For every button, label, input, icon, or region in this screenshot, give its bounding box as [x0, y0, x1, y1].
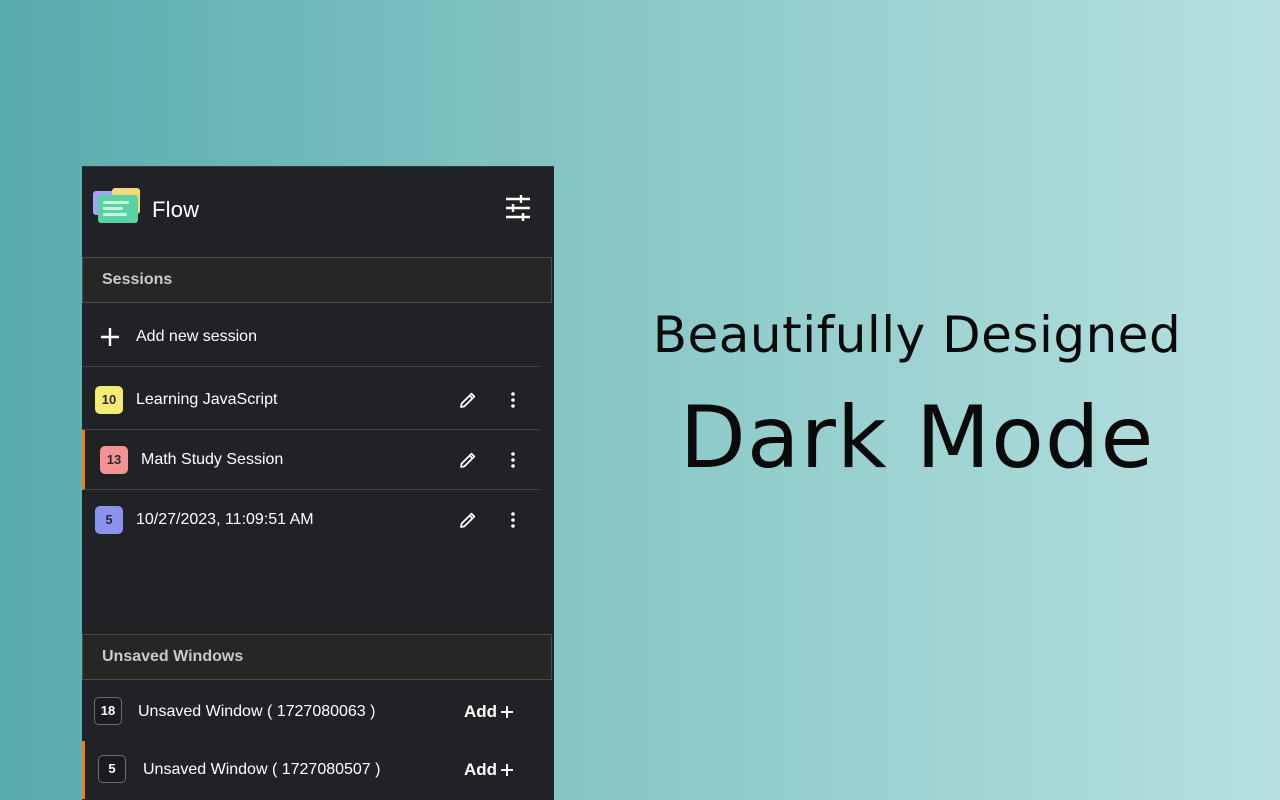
add-window-button[interactable]: Add — [464, 757, 514, 783]
promo-title: Dark Mode — [679, 388, 1155, 488]
session-item[interactable]: 10 Learning JavaScript — [82, 370, 540, 430]
sessions-header: Sessions — [82, 257, 552, 303]
sliders-icon[interactable] — [504, 194, 532, 222]
unsaved-window-item: 5 Unsaved Window ( 1727080507 ) Add — [82, 741, 552, 799]
session-name: Math Study Session — [141, 451, 284, 468]
flow-logo-icon — [93, 188, 140, 223]
pencil-icon[interactable] — [458, 450, 478, 470]
unsaved-windows-header: Unsaved Windows — [82, 634, 552, 680]
unsaved-window-item: 18 Unsaved Window ( 1727080063 ) Add — [82, 683, 552, 741]
promo-subtitle: Beautifully Designed — [652, 306, 1182, 364]
more-vertical-icon[interactable] — [504, 450, 522, 470]
session-name: Learning JavaScript — [136, 391, 278, 408]
session-name: 10/27/2023, 11:09:51 AM — [136, 511, 314, 528]
app-header: Flow — [82, 167, 554, 253]
more-vertical-icon[interactable] — [504, 390, 522, 410]
unsaved-window-name: Unsaved Window ( 1727080507 ) — [143, 761, 381, 778]
window-tab-count-badge: 18 — [94, 697, 122, 725]
session-count-badge: 5 — [95, 506, 123, 534]
more-vertical-icon[interactable] — [504, 510, 522, 530]
pencil-icon[interactable] — [458, 390, 478, 410]
plus-icon — [101, 328, 119, 346]
app-title: Flow — [152, 197, 200, 222]
session-item[interactable]: 13 Math Study Session — [82, 430, 540, 490]
session-count-badge: 13 — [100, 446, 128, 474]
add-window-label: Add — [464, 702, 498, 721]
plus-icon — [501, 764, 514, 776]
add-session-button[interactable]: Add new session — [82, 307, 540, 367]
window-tab-count-badge: 5 — [98, 755, 126, 783]
add-window-button[interactable]: Add — [464, 699, 514, 725]
session-item[interactable]: 5 10/27/2023, 11:09:51 AM — [82, 490, 540, 550]
flow-panel: Flow Sessions Add new session 10 Learnin… — [82, 166, 554, 800]
unsaved-window-name: Unsaved Window ( 1727080063 ) — [138, 703, 376, 720]
plus-icon — [501, 706, 514, 718]
add-window-label: Add — [464, 760, 498, 779]
add-session-label: Add new session — [136, 328, 257, 345]
session-count-badge: 10 — [95, 386, 123, 414]
pencil-icon[interactable] — [458, 510, 478, 530]
